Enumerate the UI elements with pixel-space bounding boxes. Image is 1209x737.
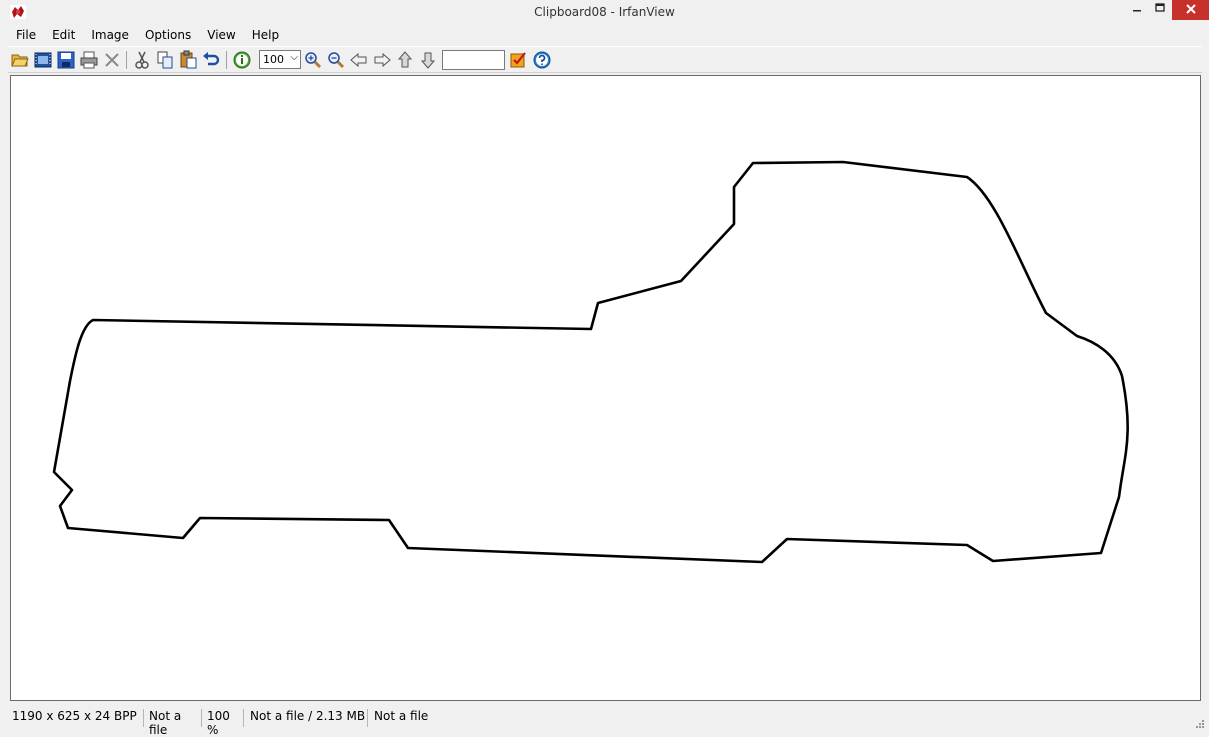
paste-icon[interactable] [178,50,198,70]
print-icon[interactable] [79,50,99,70]
menu-file[interactable]: File [8,25,44,45]
page-number-input[interactable] [442,50,505,70]
maximize-button[interactable] [1150,0,1170,20]
save-icon[interactable] [56,50,76,70]
menu-options[interactable]: Options [137,25,199,45]
next-icon[interactable] [372,50,392,70]
cut-icon[interactable] [132,50,152,70]
zoom-in-icon[interactable] [303,50,323,70]
status-bar: 1190 x 625 x 24 BPP Not a file 100 % Not… [0,704,1209,737]
status-zoom: 100 % [203,709,244,737]
checklist-icon[interactable] [508,50,528,70]
first-icon[interactable] [395,50,415,70]
delete-icon[interactable] [102,50,122,70]
previous-icon[interactable] [349,50,369,70]
toolbar-separator [126,51,127,69]
status-file-index: Not a file [145,709,202,737]
slideshow-icon[interactable] [33,50,53,70]
zoom-out-icon[interactable] [326,50,346,70]
help-icon[interactable] [532,50,552,70]
copy-icon[interactable] [155,50,175,70]
info-icon[interactable] [232,50,252,70]
close-button[interactable] [1172,0,1209,20]
status-file-size: Not a file / 2.13 MB [246,709,368,727]
chevron-down-icon: ⌵ [290,52,298,63]
zoom-select[interactable]: 100 ⌵ [259,50,301,69]
undo-icon[interactable] [201,50,221,70]
close-icon [1185,4,1196,14]
status-file-date: Not a file [374,709,429,723]
menu-bar: File Edit Image Options View Help [8,25,287,45]
status-dimensions: 1190 x 625 x 24 BPP [8,709,144,727]
minimize-icon [1133,10,1141,12]
truck-outline-image [52,160,1129,564]
resize-grip-icon[interactable] [1195,719,1205,729]
maximize-icon [1155,3,1165,12]
toolbar-separator [226,51,227,69]
minimize-button[interactable] [1127,0,1147,20]
window-title: Clipboard08 - IrfanView [534,5,675,19]
toolbar: 100 ⌵ [8,46,1202,73]
truck-outline-shape [52,160,1129,564]
zoom-select-value: 100 [263,53,284,66]
menu-help[interactable]: Help [244,25,287,45]
menu-view[interactable]: View [199,25,243,45]
image-canvas[interactable] [10,75,1201,701]
menu-edit[interactable]: Edit [44,25,83,45]
title-bar[interactable]: Clipboard08 - IrfanView [0,0,1209,24]
last-icon[interactable] [418,50,438,70]
menu-image[interactable]: Image [83,25,137,45]
open-folder-icon[interactable] [10,50,30,70]
irfanview-window: Clipboard08 - IrfanView File Edit Image … [0,0,1209,737]
